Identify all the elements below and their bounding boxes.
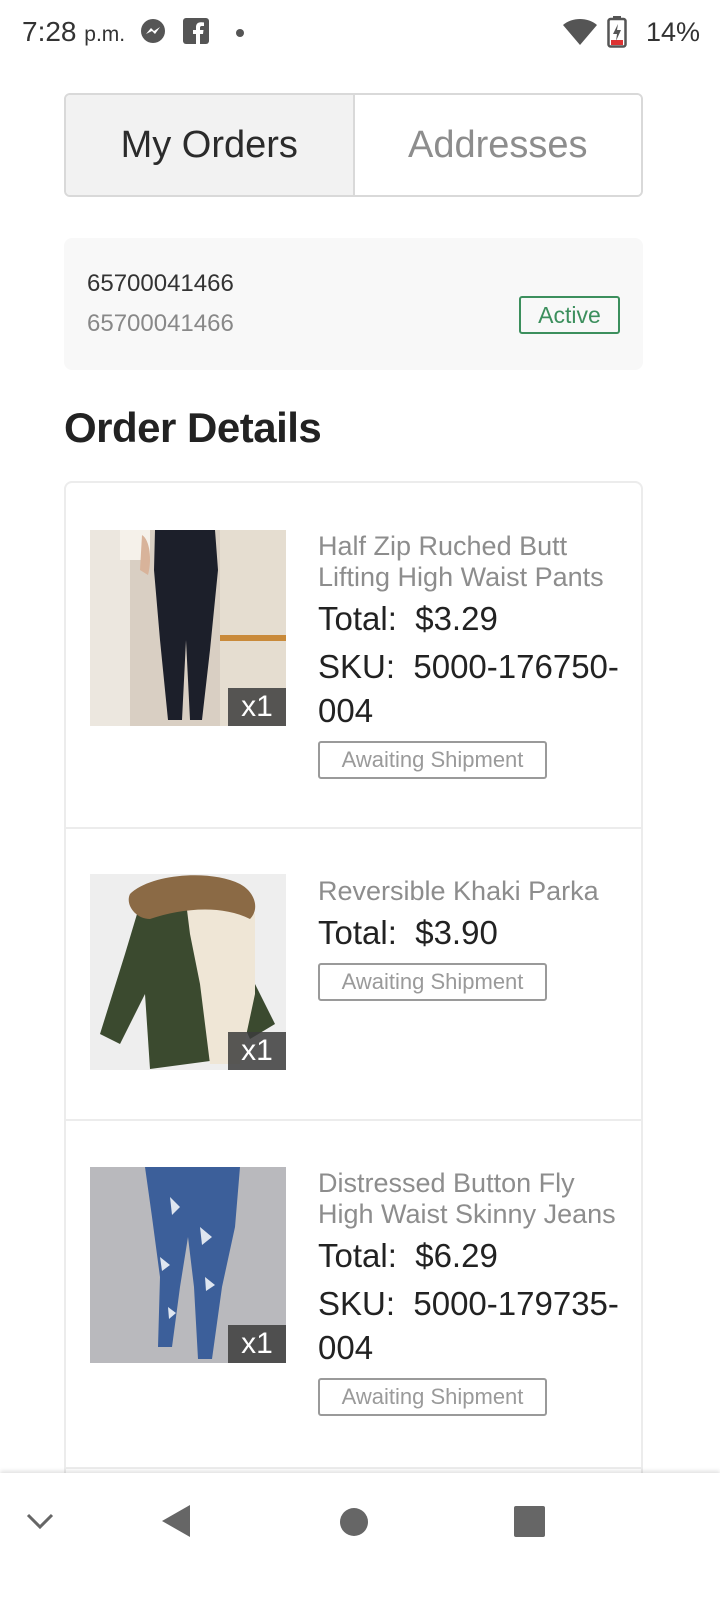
order-items-list: x1 Half Zip Ruched Butt Lifting High Wai…: [64, 481, 643, 1491]
messenger-icon: [139, 18, 167, 51]
nav-home-icon[interactable]: [339, 1507, 369, 1542]
item-divider: [66, 1467, 641, 1469]
item-total-label: Total:: [318, 1237, 397, 1274]
shipment-status-badge: Awaiting Shipment: [318, 1378, 547, 1416]
battery-icon: [607, 16, 627, 53]
quantity-badge: x1: [228, 688, 286, 726]
item-title[interactable]: Distressed Button Fly High Waist Skinny …: [318, 1168, 618, 1230]
item-total: Total: $3.29: [318, 597, 628, 641]
nav-down-icon[interactable]: [24, 1509, 56, 1538]
item-total-value: $3.90: [415, 914, 498, 951]
product-image-parka[interactable]: x1: [90, 874, 286, 1070]
item-total-label: Total:: [318, 914, 397, 951]
wifi-icon: [562, 17, 598, 52]
order-tabs: My Orders Addresses: [64, 93, 643, 197]
status-time-value: 7:28: [22, 16, 77, 47]
order-status-badge: Active: [519, 296, 620, 334]
notification-dot-icon: [236, 29, 244, 37]
shipment-status-badge: Awaiting Shipment: [318, 963, 547, 1001]
tab-addresses[interactable]: Addresses: [354, 95, 641, 195]
tab-my-orders[interactable]: My Orders: [66, 95, 355, 195]
item-total: Total: $3.90: [318, 911, 628, 955]
order-details-title: Order Details: [64, 404, 322, 451]
order-item[interactable]: x1 Distressed Button Fly High Waist Skin…: [66, 1121, 641, 1467]
item-total-value: $6.29: [415, 1237, 498, 1274]
status-time: 7:28 p.m.: [22, 16, 125, 48]
nav-recents-icon[interactable]: [514, 1506, 545, 1542]
product-image-jeans[interactable]: x1: [90, 1167, 286, 1363]
order-summary-card: 65700041466 65700041466 Active: [64, 238, 643, 370]
item-sku-label: SKU:: [318, 1285, 396, 1322]
item-title[interactable]: Half Zip Ruched Butt Lifting High Waist …: [318, 531, 618, 593]
nav-back-icon[interactable]: [160, 1503, 192, 1544]
item-sku: SKU: 5000-176750-004: [318, 645, 628, 733]
item-title[interactable]: Reversible Khaki Parka: [318, 876, 618, 907]
order-item[interactable]: x1 Reversible Khaki Parka Total: $3.90 A…: [66, 829, 641, 1119]
item-sku: SKU: 5000-179735-004: [318, 1282, 628, 1370]
order-number: 65700041466: [87, 270, 234, 297]
facebook-icon: [183, 18, 209, 49]
item-sku-label: SKU:: [318, 648, 396, 685]
item-total: Total: $6.29: [318, 1234, 628, 1278]
status-bar: 7:28 p.m. 14%: [0, 0, 720, 66]
order-item[interactable]: x1 Half Zip Ruched Butt Lifting High Wai…: [66, 483, 641, 827]
system-nav-bar: [0, 1473, 720, 1600]
item-total-value: $3.29: [415, 600, 498, 637]
product-image-pants[interactable]: x1: [90, 530, 286, 726]
item-total-label: Total:: [318, 600, 397, 637]
battery-percent: 14%: [646, 17, 701, 47]
quantity-badge: x1: [228, 1032, 286, 1070]
status-time-ampm: p.m.: [84, 23, 126, 46]
quantity-badge: x1: [228, 1325, 286, 1363]
order-sub-number: 65700041466: [87, 310, 234, 337]
shipment-status-badge: Awaiting Shipment: [318, 741, 547, 779]
